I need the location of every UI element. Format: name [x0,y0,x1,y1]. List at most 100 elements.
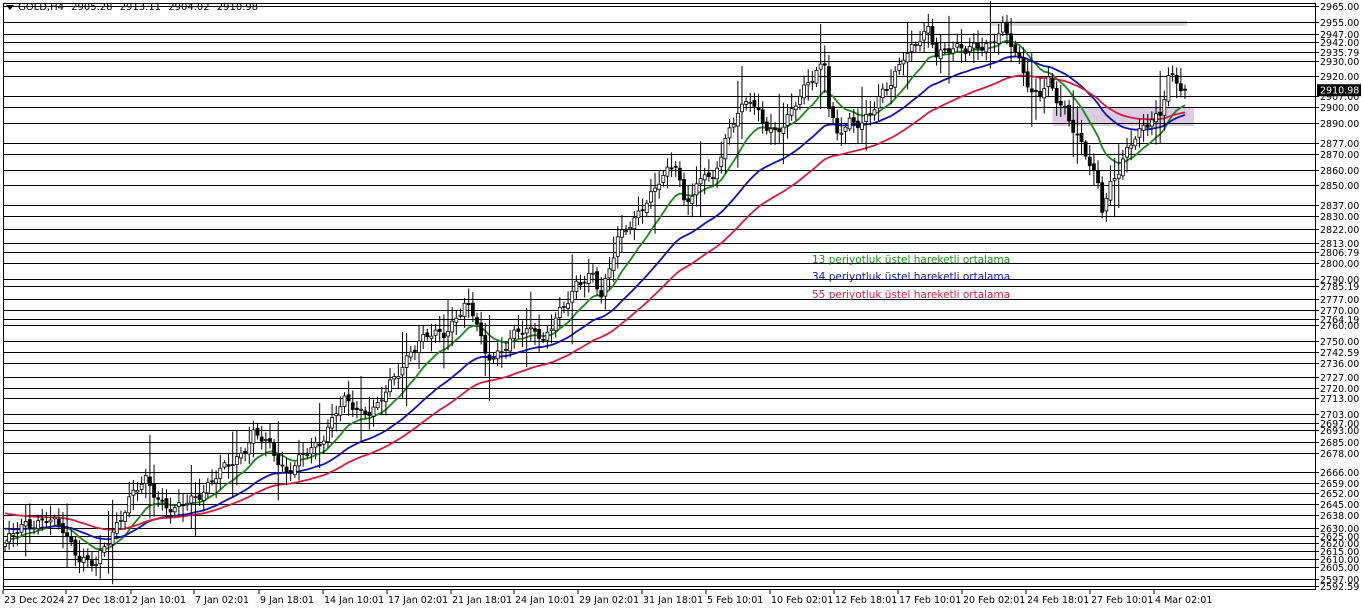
candle [388,367,392,397]
candle [913,41,918,53]
candle-body [922,31,927,41]
candle-body [1137,128,1142,138]
candle [417,325,421,369]
candle-body [90,560,94,566]
candle-body [135,490,140,493]
candle-body [1013,44,1018,53]
candle [230,431,235,498]
candle-body [955,43,960,48]
candle-body [176,502,181,507]
candle [640,198,645,224]
candle [905,22,910,90]
candle-body [193,496,198,499]
candle [773,122,778,145]
candle-body [735,112,740,127]
candle-body [1038,90,1042,97]
candle-body [731,123,736,128]
candle-body [239,452,243,459]
candle-body [255,427,260,436]
candle [723,134,728,174]
candle-body [715,167,720,180]
candle-body [673,165,678,168]
candle-body [495,350,500,360]
time-tick-label: 17 Jan 02:01 [388,595,448,606]
candle-body [843,126,848,132]
candle [160,488,165,511]
candle-body [1092,163,1096,171]
candle [106,511,111,574]
candle-body [363,410,368,415]
candle [624,225,628,236]
candle-body [864,113,869,122]
candle-body [1183,88,1187,91]
candle-body [197,494,202,500]
candle [603,273,608,310]
candle-body [475,317,479,325]
candle [1129,130,1134,161]
candle-body [711,177,715,179]
candle-body [553,317,558,332]
candle-body [839,132,844,135]
candle [872,101,877,121]
candle [139,476,144,493]
candle [251,420,256,458]
candle-body [48,519,53,523]
candle-body [123,512,127,522]
candle-body [926,26,931,34]
candle-body [967,46,972,53]
candle [23,504,28,557]
candle-body [528,326,533,330]
candle-body [1112,178,1117,181]
candle-body [1162,99,1167,116]
candle-body [446,331,450,337]
candle [1116,144,1121,209]
candle-body [1087,156,1092,167]
candle-body [23,521,28,527]
candle-body [1178,83,1183,92]
candle-body [533,328,537,332]
candle [827,55,831,117]
candle-body [959,43,964,49]
candle-body [247,442,252,455]
candle [168,497,173,524]
candle-body [545,331,550,341]
candle-body [19,523,24,533]
price-tick-label: 2742.59 [1320,348,1359,359]
candle [222,460,227,470]
candle-body [11,533,16,536]
candle-body [85,555,90,560]
current-price-label: 2910.98 [1320,86,1359,97]
time-tick-label: 20 Feb 02:01 [963,595,1025,606]
candle-body [984,43,989,53]
dropdown-triangle-icon[interactable] [6,4,14,10]
candle-body [15,532,20,534]
candle-body [1166,75,1171,102]
candle [971,33,976,64]
candle-body [172,507,177,513]
candle [114,512,119,540]
candle [346,380,351,416]
candle [831,102,835,124]
candle-body [127,496,132,514]
candle-body [243,450,248,454]
ohlc-high: 2913.11 [119,2,162,13]
candle [744,97,749,111]
candle-body [433,329,438,336]
candle-body [379,399,384,402]
chart-canvas: 2965.002955.002947.002942.002935.792930.… [2,0,1361,606]
price-chart: 2965.00 2955.00 2947.00 2942.00 2935.79 2930.… [0,0,1362,611]
candle-body [1071,119,1076,133]
price-tick-label: 2666.00 [1320,468,1359,479]
candle-body [309,447,314,455]
candle-body [1029,88,1034,93]
candle-body [524,328,529,334]
candle-body [412,349,417,352]
candle-body [462,302,467,317]
candle-body [719,156,724,167]
candle-body [1104,197,1109,212]
symbol-name[interactable]: GOLD,H4 [18,2,64,13]
candle [135,482,140,502]
candle [330,404,334,438]
candle-body [40,518,45,521]
candle [475,312,479,332]
